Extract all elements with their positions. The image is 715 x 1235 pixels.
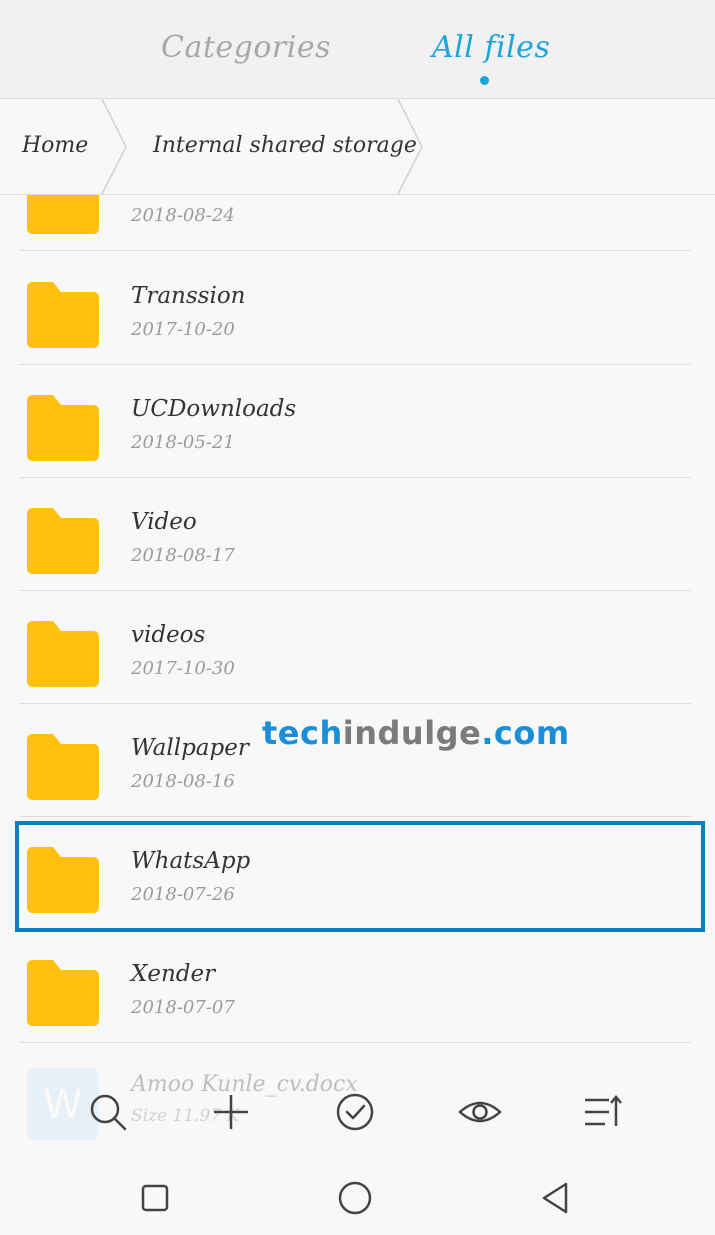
divider [20,1042,691,1043]
folder-name: Video [131,509,197,535]
watermark: techindulge.com [262,714,570,752]
active-tab-indicator [480,76,489,85]
search-icon[interactable] [88,1092,128,1132]
recent-apps-icon[interactable] [136,1179,174,1217]
folder-name: Transsion [131,283,246,309]
breadcrumb-separator-icon [101,99,127,194]
folder-name: videos [131,622,206,648]
list-item[interactable]: 2018-08-24 [0,195,715,251]
select-check-icon[interactable] [335,1092,375,1132]
folder-name: Wallpaper [131,735,249,761]
folder-icon [27,195,99,234]
folder-date: 2018-08-17 [131,545,235,566]
tab-all-files[interactable]: All files [432,30,550,65]
list-item[interactable]: Xender 2018-07-07 [0,930,715,1043]
folder-date: 2018-08-16 [131,771,235,792]
folder-date: 2017-10-30 [131,658,235,679]
folder-icon [27,847,99,913]
folder-icon [27,960,99,1026]
sort-icon[interactable] [583,1092,623,1132]
tab-categories[interactable]: Categories [161,30,331,65]
view-eye-icon[interactable] [458,1092,502,1132]
folder-icon [27,621,99,687]
folder-name: UCDownloads [131,396,297,422]
navigation-bar [0,1160,715,1235]
breadcrumb: Home Internal shared storage [0,99,715,195]
folder-date: 2018-08-24 [131,205,235,226]
breadcrumb-home[interactable]: Home [22,133,88,158]
folder-date: 2018-07-26 [131,884,235,905]
breadcrumb-separator-icon [397,99,423,194]
list-item[interactable]: videos 2017-10-30 [0,591,715,704]
divider [20,250,691,251]
home-icon[interactable] [336,1179,374,1217]
folder-date: 2018-07-07 [131,997,235,1018]
folder-date: 2018-05-21 [131,432,235,453]
folder-icon [27,282,99,348]
tab-bar: Categories All files [0,0,715,99]
watermark-part: .com [481,714,570,752]
back-icon[interactable] [536,1179,574,1217]
folder-icon [27,508,99,574]
watermark-part: tech [262,714,343,752]
folder-date: 2017-10-20 [131,319,235,340]
list-item[interactable]: Video 2018-08-17 [0,478,715,591]
folder-icon [27,395,99,461]
list-item[interactable]: UCDownloads 2018-05-21 [0,365,715,478]
folder-name: Xender [131,961,216,987]
breadcrumb-internal-storage[interactable]: Internal shared storage [153,133,417,158]
folder-name: WhatsApp [131,848,251,874]
file-list: 2018-08-24 Transsion 2017-10-20 UCDownlo… [0,195,715,1075]
folder-icon [27,734,99,800]
list-item[interactable]: Transsion 2017-10-20 [0,252,715,365]
add-icon[interactable] [211,1092,251,1132]
watermark-part: indulge [342,714,482,752]
highlight-box: WhatsApp 2018-07-26 [15,821,705,932]
